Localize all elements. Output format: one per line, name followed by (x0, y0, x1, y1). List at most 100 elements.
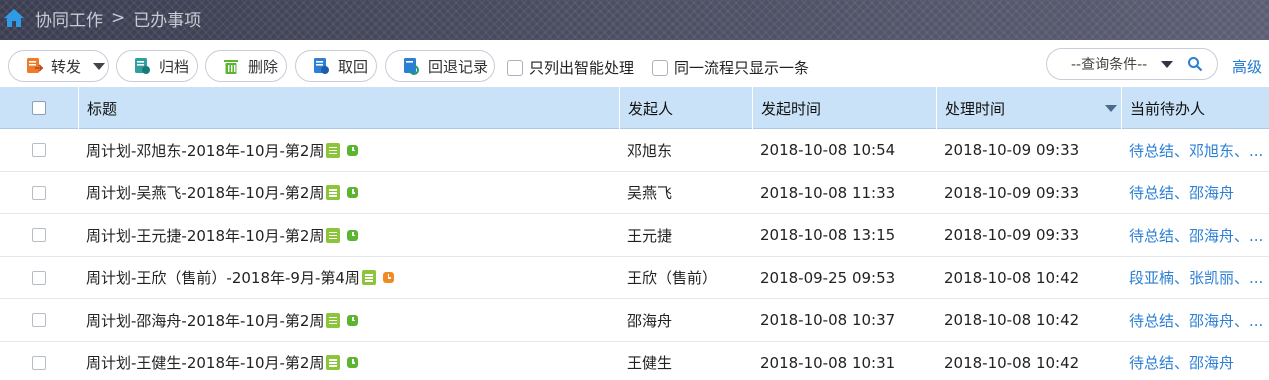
row-process-time-cell: 2018-10-09 09:33 (944, 141, 1080, 159)
row-current-handler-link[interactable]: 待总结、邓旭东、... (1129, 129, 1263, 171)
select-all-checkbox[interactable] (32, 101, 46, 115)
row-start-time-cell: 2018-10-08 13:15 (760, 226, 896, 244)
table-body: 周计划-邓旭东-2018年-10月-第2周 邓旭东 2018-10-08 10:54… (0, 129, 1269, 380)
document-icon (326, 185, 341, 200)
advanced-search-link[interactable]: 高级 (1232, 56, 1262, 77)
table-row[interactable]: 周计划-邵海舟-2018年-10月-第2周 邵海舟 2018-10-08 10:37… (0, 299, 1269, 342)
document-icon (326, 355, 341, 370)
row-title-link[interactable]: 周计划-吴燕飞-2018年-10月-第2周 (86, 182, 324, 203)
forward-button[interactable]: 转发 (8, 50, 109, 82)
sort-desc-icon[interactable] (1105, 105, 1117, 112)
retrieve-button[interactable]: 取回 (295, 50, 377, 82)
header-process-time-label: 处理时间 (945, 99, 1006, 118)
table-row[interactable]: 周计划-吴燕飞-2018年-10月-第2周 吴燕飞 2018-10-08 11:33… (0, 171, 1269, 214)
header-current-handler-label: 当前待办人 (1130, 99, 1206, 118)
delete-button[interactable]: 删除 (205, 50, 287, 82)
header-initiator-label: 发起人 (628, 99, 674, 118)
same-flow-option[interactable]: 同一流程只显示一条 (652, 57, 809, 78)
row-initiator-cell: 王欣（售前） (627, 269, 718, 287)
row-title-cell[interactable]: 周计划-王欣（售前）-2018年-9月-第4周 (86, 257, 394, 299)
row-checkbox[interactable] (32, 355, 46, 370)
forward-label: 转发 (51, 57, 82, 76)
row-title-link[interactable]: 周计划-邓旭东-2018年-10月-第2周 (86, 140, 324, 161)
rollback-log-button[interactable]: 回退记录 (385, 50, 495, 82)
chevron-down-icon[interactable] (1161, 60, 1174, 68)
column-header-start-time[interactable]: 发起时间 (752, 87, 936, 129)
table-row[interactable]: 周计划-邓旭东-2018年-10月-第2周 邓旭东 2018-10-08 10:54… (0, 129, 1269, 172)
row-title-cell[interactable]: 周计划-吴燕飞-2018年-10月-第2周 (86, 172, 359, 214)
row-current-handler-link[interactable]: 待总结、邵海舟 (1129, 342, 1234, 380)
only-smart-option[interactable]: 只列出智能处理 (507, 57, 634, 78)
row-title-cell[interactable]: 周计划-王健生-2018年-10月-第2周 (86, 342, 359, 380)
row-start-time-cell: 2018-10-08 10:37 (760, 311, 896, 329)
forward-icon (27, 58, 43, 73)
column-header-process-time[interactable]: 处理时间 (936, 87, 1121, 129)
delete-label: 删除 (248, 57, 279, 76)
done-items-table: 标题 发起人 发起时间 处理时间 当前待办人 周计划-邓旭东-2018年-10月… (0, 87, 1269, 380)
search-icon[interactable] (1187, 56, 1203, 72)
row-start-time-cell: 2018-10-08 11:33 (760, 183, 896, 202)
toolbar: 转发 归档 删除 取回 回退记录 只列出智能处理 同一流程只显示一条 --查询条… (0, 48, 1269, 84)
chevron-down-icon (93, 62, 106, 70)
row-process-time-cell: 2018-10-08 10:42 (944, 353, 1080, 372)
document-icon (361, 270, 376, 285)
row-initiator-cell: 吴燕飞 (627, 184, 673, 202)
row-title-link[interactable]: 周计划-王元捷-2018年-10月-第2周 (86, 225, 324, 246)
column-header-title[interactable]: 标题 (78, 87, 619, 129)
header-start-time-label: 发起时间 (761, 99, 822, 118)
clock-icon (347, 357, 359, 368)
breadcrumb-current: 已办事项 (133, 10, 202, 31)
row-title-link[interactable]: 周计划-邵海舟-2018年-10月-第2周 (86, 310, 324, 331)
clock-icon (347, 187, 359, 198)
clock-icon (382, 272, 394, 283)
row-current-handler-link[interactable]: 待总结、邵海舟 (1129, 172, 1234, 214)
archive-icon (135, 58, 150, 74)
row-checkbox[interactable] (32, 185, 46, 200)
clock-icon (347, 314, 359, 326)
row-title-cell[interactable]: 周计划-邵海舟-2018年-10月-第2周 (86, 299, 359, 341)
row-process-time-cell: 2018-10-08 10:42 (944, 311, 1080, 329)
row-initiator-cell: 王健生 (627, 354, 673, 372)
row-process-time-cell: 2018-10-08 10:42 (944, 268, 1080, 287)
only-smart-label: 只列出智能处理 (529, 59, 635, 77)
row-title-link[interactable]: 周计划-王欣（售前）-2018年-9月-第4周 (86, 267, 360, 288)
table-row[interactable]: 周计划-王元捷-2018年-10月-第2周 王元捷 2018-10-08 13:15… (0, 214, 1269, 257)
table-row[interactable]: 周计划-王健生-2018年-10月-第2周 王健生 2018-10-08 10:31… (0, 341, 1269, 380)
row-title-cell[interactable]: 周计划-王元捷-2018年-10月-第2周 (86, 214, 359, 256)
same-flow-checkbox[interactable] (652, 59, 668, 76)
row-current-handler-link[interactable]: 段亚楠、张凯丽、... (1129, 257, 1263, 299)
table-row[interactable]: 周计划-王欣（售前）-2018年-9月-第4周 王欣（售前） 2018-09-25 … (0, 256, 1269, 299)
document-icon (326, 227, 341, 243)
row-checkbox[interactable] (32, 313, 46, 327)
retrieve-label: 取回 (338, 57, 369, 76)
only-smart-checkbox[interactable] (507, 59, 523, 76)
retrieve-icon (314, 58, 329, 74)
row-checkbox[interactable] (32, 270, 46, 285)
row-initiator-cell: 邵海舟 (627, 311, 673, 330)
trash-icon (224, 60, 238, 74)
rollback-log-label: 回退记录 (428, 57, 489, 76)
query-condition-select[interactable]: --查询条件-- (1046, 48, 1218, 80)
breadcrumb-root[interactable]: 协同工作 (35, 6, 103, 31)
archive-button[interactable]: 归档 (116, 50, 198, 82)
breadcrumb-separator: > (111, 8, 126, 28)
query-condition-value: --查询条件-- (1071, 57, 1148, 73)
row-current-handler-link[interactable]: 待总结、邵海舟、... (1129, 214, 1263, 256)
column-header-current-handler[interactable]: 当前待办人 (1121, 87, 1269, 129)
row-start-time-cell: 2018-10-08 10:54 (760, 141, 896, 159)
top-bar: 协同工作 > 已办事项 (0, 0, 1269, 40)
row-current-handler-link[interactable]: 待总结、邵海舟、... (1129, 299, 1263, 341)
row-checkbox[interactable] (32, 228, 46, 242)
row-start-time-cell: 2018-10-08 10:31 (760, 353, 896, 372)
document-icon (326, 142, 341, 158)
document-icon (326, 312, 341, 328)
breadcrumb: 协同工作 > 已办事项 (0, 0, 201, 36)
row-title-cell[interactable]: 周计划-邓旭东-2018年-10月-第2周 (86, 129, 359, 171)
column-header-initiator[interactable]: 发起人 (619, 87, 752, 129)
row-checkbox[interactable] (32, 143, 46, 157)
home-icon[interactable] (3, 8, 25, 28)
same-flow-label: 同一流程只显示一条 (674, 59, 810, 77)
row-initiator-cell: 王元捷 (627, 226, 673, 245)
row-process-time-cell: 2018-10-09 09:33 (944, 183, 1080, 202)
row-title-link[interactable]: 周计划-王健生-2018年-10月-第2周 (86, 352, 324, 373)
